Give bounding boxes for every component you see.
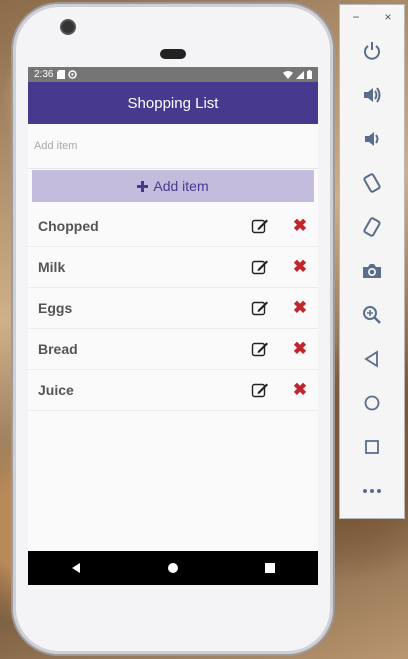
volume-up-button[interactable] (340, 73, 404, 117)
list-item-label: Bread (38, 341, 78, 357)
zoom-icon (363, 306, 381, 324)
minimize-button[interactable]: − (352, 10, 359, 24)
emulator-window-controls: − × (340, 5, 404, 29)
power-button[interactable] (340, 29, 404, 73)
shopping-list: Chopped ✖ Milk ✖ Eggs ✖ Bread ✖ Juice ✖ (28, 206, 318, 411)
overview-button[interactable] (340, 425, 404, 469)
list-item-label: Eggs (38, 300, 73, 316)
plus-icon (137, 180, 149, 192)
home-icon[interactable] (167, 562, 179, 574)
add-item-button[interactable]: Add item (32, 170, 314, 202)
circle-home-icon (364, 395, 380, 411)
add-item-button-label: Add item (153, 178, 209, 194)
signal-icon (296, 70, 304, 79)
status-time: 2:36 (34, 69, 54, 80)
add-item-field-wrapper (28, 124, 318, 169)
page-title: Shopping List (127, 94, 219, 112)
edit-icon[interactable] (250, 380, 270, 400)
edit-icon[interactable] (250, 339, 270, 359)
sync-icon (68, 70, 78, 79)
app-bar: Shopping List (28, 82, 318, 124)
camera-icon (363, 264, 381, 278)
back-icon[interactable] (70, 562, 82, 574)
wifi-icon (283, 70, 293, 79)
rotate-left-icon (363, 173, 381, 193)
zoom-button[interactable] (340, 293, 404, 337)
emulator-toolbar: − × (339, 4, 405, 519)
battery-icon (307, 70, 312, 79)
volume-up-icon (364, 87, 381, 103)
list-item-label: Milk (38, 259, 66, 275)
edit-icon[interactable] (250, 298, 270, 318)
list-item: Milk ✖ (28, 247, 318, 288)
edit-icon[interactable] (250, 257, 270, 277)
more-icon (363, 489, 381, 493)
delete-icon[interactable]: ✖ (292, 257, 308, 276)
earpiece-speaker (160, 49, 186, 59)
more-options-button[interactable] (340, 469, 404, 513)
add-item-input[interactable] (28, 124, 318, 168)
power-icon (364, 42, 380, 60)
status-left-icons (57, 70, 78, 79)
volume-down-button[interactable] (340, 117, 404, 161)
delete-icon[interactable]: ✖ (292, 339, 308, 358)
status-bar: 2:36 (28, 67, 318, 82)
status-right-icons (283, 70, 312, 79)
sd-card-icon (57, 70, 66, 79)
delete-icon[interactable]: ✖ (292, 380, 308, 399)
list-item-label: Chopped (38, 218, 99, 234)
list-item-label: Juice (38, 382, 74, 398)
device-frame: 2:36 Shopping List Add item Chopped (13, 4, 333, 654)
triangle-back-icon (364, 350, 378, 368)
overview-icon[interactable] (264, 562, 276, 574)
volume-down-icon (365, 132, 379, 146)
list-item: Chopped ✖ (28, 206, 318, 247)
rotate-right-icon (363, 217, 381, 237)
square-overview-icon (365, 440, 379, 454)
delete-icon[interactable]: ✖ (292, 216, 308, 235)
home-button[interactable] (340, 381, 404, 425)
delete-icon[interactable]: ✖ (292, 298, 308, 317)
list-item: Bread ✖ (28, 329, 318, 370)
rotate-right-button[interactable] (340, 205, 404, 249)
android-nav-bar (28, 551, 318, 585)
edit-icon[interactable] (250, 216, 270, 236)
back-button[interactable] (340, 337, 404, 381)
front-camera (62, 21, 74, 33)
rotate-left-button[interactable] (340, 161, 404, 205)
list-item: Juice ✖ (28, 370, 318, 411)
list-item: Eggs ✖ (28, 288, 318, 329)
screenshot-button[interactable] (340, 249, 404, 293)
app-screen: 2:36 Shopping List Add item Chopped (28, 67, 318, 585)
close-button[interactable]: × (384, 10, 391, 24)
